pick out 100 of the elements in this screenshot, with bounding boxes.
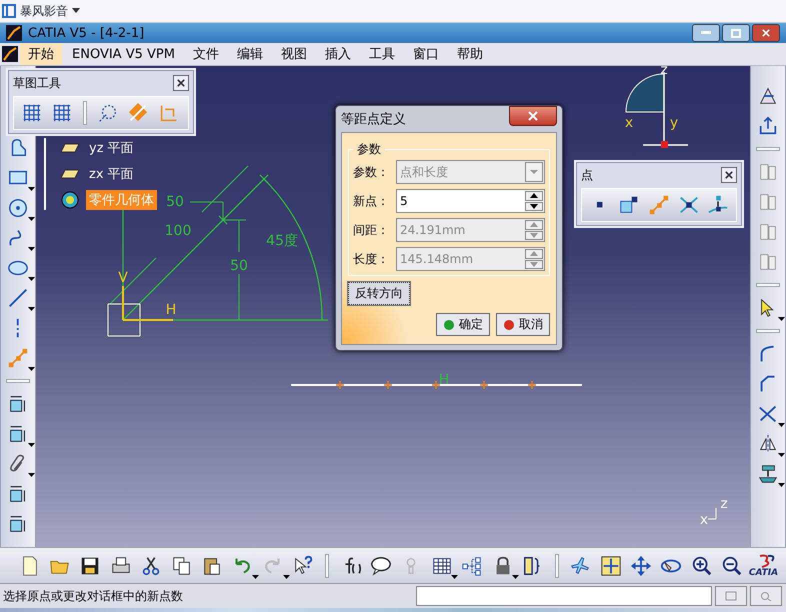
- menu-item[interactable]: 视图: [272, 43, 315, 65]
- fit-all-icon: [600, 554, 622, 576]
- origin-square: [108, 304, 140, 336]
- speech-bubble-icon: [370, 554, 392, 576]
- spin-up-button[interactable]: [525, 191, 543, 200]
- disabled-tool-icon: [757, 251, 779, 273]
- menu-item[interactable]: 文件: [184, 43, 227, 65]
- axis-icon: [15, 318, 21, 338]
- tree-item[interactable]: zx 平面: [86, 164, 137, 184]
- tree-diagram-icon: [461, 554, 484, 576]
- minimize-button[interactable]: [692, 24, 720, 42]
- menu-item[interactable]: 帮助: [448, 43, 491, 65]
- reverse-direction-button[interactable]: 反转方向: [348, 282, 410, 305]
- maximize-button[interactable]: [722, 24, 750, 42]
- status-button[interactable]: [750, 586, 782, 606]
- point-marker: [218, 174, 269, 225]
- tree-item[interactable]: yz 平面: [86, 138, 137, 158]
- app-icon: [2, 46, 18, 62]
- menu-item[interactable]: ENOVIA V5 VPM: [64, 44, 183, 64]
- upload-icon: [757, 115, 779, 137]
- up-arrow-icon: [530, 193, 538, 198]
- axis-label: x: [700, 512, 708, 528]
- close-icon: [177, 79, 185, 87]
- command-input-field[interactable]: [416, 586, 712, 606]
- toolbar-title: 点: [581, 166, 593, 184]
- caret-icon: [28, 443, 35, 448]
- logo-text: CATIA: [748, 568, 778, 578]
- menu-item[interactable]: 插入: [316, 43, 359, 65]
- window-icon: [2, 4, 16, 18]
- dimension-label: 45度: [266, 233, 298, 249]
- ok-button[interactable]: 确定: [436, 313, 490, 336]
- caret-icon: [512, 574, 520, 580]
- zoom-out-icon: [721, 554, 744, 576]
- axis-triad: [708, 508, 716, 520]
- search-icon: [760, 591, 772, 601]
- dimension-label: 100: [164, 223, 192, 239]
- point-marker: [335, 380, 345, 390]
- part-body-icon: [60, 191, 80, 209]
- projection-point-icon: [707, 194, 730, 216]
- player-title: 暴风影音: [20, 2, 68, 20]
- caret-icon: [451, 574, 458, 580]
- app-icon: [6, 25, 22, 41]
- close-icon: [762, 29, 770, 37]
- grid-icon: [21, 102, 43, 124]
- diamond-icon: [127, 102, 149, 124]
- caret-icon: [28, 307, 35, 312]
- copy-icon: [170, 554, 193, 576]
- circle-icon: [7, 197, 29, 219]
- point-icon: [596, 201, 604, 209]
- status-message: 选择原点或更改对话框中的新点数: [3, 588, 184, 604]
- dimension-label: 50: [166, 194, 184, 210]
- menu-item[interactable]: 工具: [360, 43, 403, 65]
- down-arrow-icon: [530, 204, 538, 209]
- point-line-icon: [648, 194, 670, 216]
- caret-icon: [28, 217, 35, 222]
- h-axis: [123, 319, 173, 321]
- close-button[interactable]: [721, 167, 737, 183]
- disabled-tool-icon: [757, 221, 779, 243]
- projection-icon: [757, 463, 779, 485]
- point-marker: [431, 380, 441, 390]
- pan-icon: [630, 554, 652, 576]
- field-label: 参数：: [353, 164, 390, 180]
- caret-icon[interactable]: [72, 8, 80, 14]
- field-label: 长度：: [353, 250, 390, 268]
- caret-icon: [778, 317, 785, 322]
- spin-field[interactable]: 5: [396, 189, 545, 213]
- caret-icon: [252, 574, 260, 580]
- caret-icon: [28, 277, 35, 282]
- point-marker: [479, 380, 489, 390]
- dimension-label: 50: [230, 258, 248, 274]
- caret-icon: [778, 423, 785, 428]
- point-line-icon: [7, 347, 29, 369]
- menu-item[interactable]: 编辑: [228, 43, 271, 65]
- caret-icon: [28, 187, 35, 192]
- group-title: 参数: [356, 141, 382, 158]
- cancel-button[interactable]: 取消: [496, 313, 550, 336]
- minimize-icon: [701, 31, 711, 35]
- caret-icon: [28, 367, 35, 372]
- grid-icon: [51, 102, 73, 124]
- trim-icon: [757, 403, 779, 425]
- caret-icon: [778, 453, 785, 458]
- caret-icon: [778, 483, 785, 488]
- zoom-in-icon: [690, 554, 713, 576]
- field-label: 间距：: [353, 222, 390, 238]
- status-dot-icon: [503, 318, 515, 330]
- menu-item[interactable]: 窗口: [404, 43, 447, 65]
- up-arrow-icon: [530, 222, 538, 228]
- close-icon: [528, 111, 538, 121]
- close-button[interactable]: [509, 106, 557, 126]
- intersection-point-icon: [678, 194, 700, 216]
- close-button[interactable]: [752, 24, 780, 42]
- status-button[interactable]: [715, 586, 747, 606]
- disabled-tool-icon: [757, 161, 779, 183]
- spin-down-button[interactable]: [525, 202, 543, 211]
- menu-item[interactable]: 开始: [20, 43, 62, 65]
- field-label: 新点：: [353, 192, 390, 210]
- line-icon: [7, 287, 29, 309]
- axis-label: z: [720, 496, 728, 512]
- caret-icon: [530, 170, 538, 174]
- close-button[interactable]: [173, 75, 189, 91]
